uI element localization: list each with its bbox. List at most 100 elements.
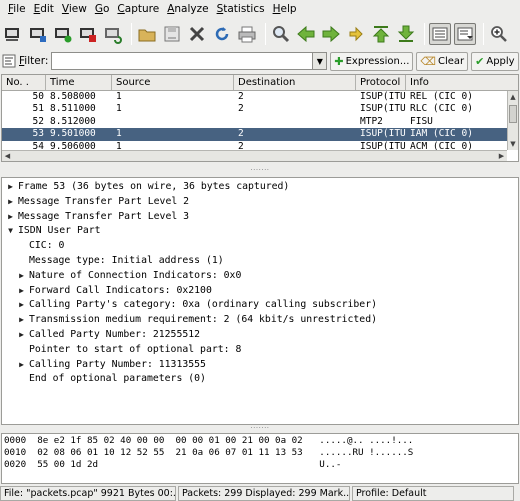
detail-tree-item-label: Transmission medium requirement: 2 (64 k… <box>29 314 377 326</box>
start-capture-icon[interactable] <box>52 23 74 45</box>
column-header-no[interactable]: No. . <box>2 75 46 90</box>
filter-label[interactable]: Filter: <box>2 54 48 68</box>
packet-row[interactable]: 53 9.501000 1 2 ISUP(ITU IAM (CIC 0) <box>2 128 518 141</box>
detail-tree-item[interactable]: ▶ Frame 53 (36 bytes on wire, 36 bytes ca… <box>2 180 518 195</box>
menu-analyze[interactable]: Analyze <box>163 0 212 19</box>
detail-tree-item[interactable]: Pointer to start of optional part: 8 <box>2 343 518 358</box>
detail-tree-item[interactable]: CIC: 0 <box>2 239 518 254</box>
detail-tree-item-label: Forward Call Indicators: 0x2100 <box>29 284 212 296</box>
find-packet-icon[interactable] <box>270 23 292 45</box>
collapsed-triangle-icon[interactable]: ▶ <box>16 284 27 299</box>
reload-icon[interactable] <box>211 23 233 45</box>
packet-info: REL (CIC 0) <box>410 91 473 102</box>
detail-tree-item[interactable]: ▶ Calling Party's category: 0xa (ordinary… <box>2 298 518 313</box>
scroll-up-icon[interactable]: ▲ <box>508 91 518 103</box>
detail-tree-item[interactable]: ▶ Nature of Connection Indicators: 0x0 <box>2 269 518 284</box>
print-icon[interactable] <box>236 23 258 45</box>
hex-dump-line[interactable]: 0010 02 08 06 01 10 12 52 55 21 0a 06 07… <box>2 447 518 459</box>
colorize-icon[interactable] <box>429 23 451 45</box>
pane-splitter[interactable]: ······· <box>0 167 520 175</box>
capture-options-icon[interactable] <box>27 23 49 45</box>
detail-tree-item[interactable]: ▶ Calling Party Number: 11313555 <box>2 358 518 373</box>
filter-history-dropdown[interactable]: ▼ <box>313 52 328 70</box>
menu-capture[interactable]: Capture <box>113 0 163 19</box>
packet-list-horizontal-scrollbar[interactable]: ◀ ▶ <box>2 150 507 161</box>
detail-tree-item-label: CIC: 0 <box>29 240 65 252</box>
detail-tree-item[interactable]: ▶ Message Transfer Part Level 2 <box>2 195 518 210</box>
stop-capture-icon[interactable] <box>77 23 99 45</box>
toolbar-separator <box>483 23 484 45</box>
detail-tree-item[interactable]: End of optional parameters (0) <box>2 372 518 387</box>
go-to-packet-icon[interactable] <box>345 23 367 45</box>
detail-tree-item[interactable]: ▶ Called Party Number: 21255512 <box>2 328 518 343</box>
column-header-time[interactable]: Time <box>46 75 112 90</box>
packet-protocol: MTP2 <box>360 115 383 127</box>
status-packets: Packets: 299 Displayed: 299 Mark... <box>178 486 350 501</box>
menu-go[interactable]: Go <box>91 0 114 19</box>
plus-icon: ✚ <box>334 54 344 68</box>
collapsed-triangle-icon[interactable]: ▶ <box>16 298 27 313</box>
column-header-protocol[interactable]: Protocol <box>356 75 406 90</box>
detail-tree-item[interactable]: Message type: Initial address (1) <box>2 254 518 269</box>
expression-button[interactable]: ✚ Expression... <box>330 51 414 71</box>
detail-tree-item[interactable]: ▶ Transmission medium requirement: 2 (64 … <box>2 313 518 328</box>
packet-list-vertical-scrollbar[interactable]: ▲ ▼ <box>507 91 518 150</box>
pane-splitter[interactable]: ······· <box>0 425 520 433</box>
packet-row[interactable]: 52 8.512000 MTP2 FISU <box>2 116 518 128</box>
packet-source: 1 <box>116 103 122 115</box>
packet-list-pane[interactable]: No. . Time Source Destination Protocol I… <box>1 74 519 162</box>
close-file-icon[interactable] <box>186 23 208 45</box>
packet-details-pane[interactable]: ▶ Frame 53 (36 bytes on wire, 36 bytes ca… <box>1 177 519 425</box>
menu-edit[interactable]: Edit <box>30 0 58 19</box>
go-forward-icon[interactable] <box>320 23 342 45</box>
collapsed-triangle-icon[interactable]: ▶ <box>5 210 16 225</box>
clear-button[interactable]: ⌫ Clear <box>416 51 469 71</box>
detail-tree-item-label: Message Transfer Part Level 3 <box>18 210 190 222</box>
apply-button[interactable]: ✔ Apply <box>471 51 519 71</box>
hex-dump-line[interactable]: 0000 8e e2 1f 85 02 40 00 00 00 00 01 00… <box>2 435 518 447</box>
scroll-left-icon[interactable]: ◀ <box>2 151 13 161</box>
zoom-in-icon[interactable] <box>488 23 510 45</box>
display-filter-input[interactable] <box>51 52 314 70</box>
column-header-source[interactable]: Source <box>112 75 234 90</box>
packet-bytes-pane[interactable]: 0000 8e e2 1f 85 02 40 00 00 00 00 01 00… <box>1 433 519 484</box>
scroll-down-icon[interactable]: ▼ <box>508 138 518 150</box>
menu-view[interactable]: View <box>58 0 91 19</box>
menu-file[interactable]: File <box>4 0 30 19</box>
packet-info: FISU <box>410 115 433 127</box>
collapsed-triangle-icon[interactable]: ▶ <box>16 328 27 343</box>
detail-tree-item-label: Calling Party's category: 0xa (ordinary … <box>29 299 377 311</box>
detail-tree-item[interactable]: ▶ Message Transfer Part Level 3 <box>2 210 518 225</box>
collapsed-triangle-icon[interactable]: ▶ <box>5 195 16 210</box>
go-last-packet-icon[interactable] <box>395 23 417 45</box>
menu-statistics[interactable]: Statistics <box>213 0 269 19</box>
clear-button-label: Clear <box>437 55 465 67</box>
menu-mnemonic: A <box>167 3 175 15</box>
collapsed-triangle-icon[interactable]: ▶ <box>5 180 16 195</box>
packet-row[interactable]: 51 8.511000 1 2 ISUP(ITU RLC (CIC 0) <box>2 103 518 115</box>
scrollbar-thumb[interactable] <box>509 105 517 123</box>
restart-capture-icon[interactable] <box>102 23 124 45</box>
column-header-info[interactable]: Info <box>406 75 509 90</box>
packet-destination <box>234 116 356 128</box>
chevron-down-icon: ▼ <box>316 56 323 66</box>
collapsed-triangle-icon[interactable]: ▶ <box>16 358 27 373</box>
packet-row[interactable]: 50 8.508000 1 2 ISUP(ITU REL (CIC 0) <box>2 91 518 103</box>
go-first-packet-icon[interactable] <box>370 23 392 45</box>
collapsed-triangle-icon[interactable]: ▶ <box>16 313 27 328</box>
collapsed-triangle-icon[interactable]: ▶ <box>16 269 27 284</box>
detail-tree-item[interactable]: ▶ Forward Call Indicators: 0x2100 <box>2 284 518 299</box>
save-file-icon[interactable] <box>161 23 183 45</box>
expanded-triangle-icon[interactable]: ▼ <box>5 224 16 239</box>
scroll-right-icon[interactable]: ▶ <box>496 151 507 161</box>
interface-list-icon[interactable] <box>2 23 24 45</box>
column-header-destination[interactable]: Destination <box>234 75 356 90</box>
open-file-icon[interactable] <box>136 23 158 45</box>
menu-help[interactable]: Help <box>269 0 301 19</box>
hex-dump-line[interactable]: 0020 55 00 1d 2d U..- <box>2 459 518 471</box>
detail-tree-item[interactable]: ▼ ISDN User Part <box>2 224 518 239</box>
status-profile[interactable]: Profile: Default <box>352 486 514 501</box>
autoscroll-icon[interactable] <box>454 23 476 45</box>
packet-destination: 2 <box>238 91 244 102</box>
go-back-icon[interactable] <box>295 23 317 45</box>
